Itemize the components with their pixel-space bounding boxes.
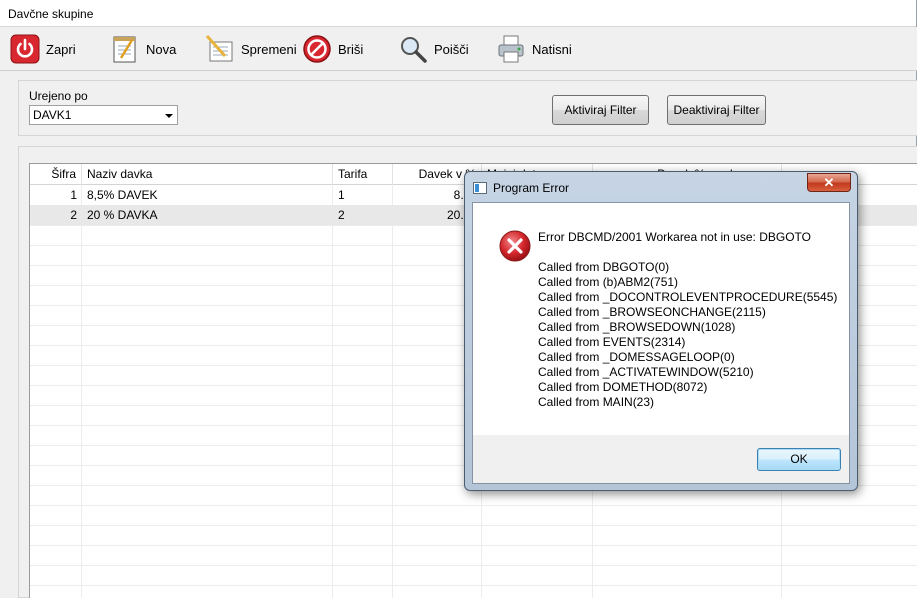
stack-line: Called from MAIN(23) — [538, 395, 655, 409]
power-icon — [10, 34, 40, 64]
cell-tarifa: 1 — [338, 188, 345, 202]
stack-line: Called from DOMETHOD(8072) — [538, 380, 708, 394]
edit-label: Spremeni — [241, 41, 297, 57]
delete-button[interactable]: Briši — [302, 31, 363, 67]
column-header-sifra[interactable]: Šifra — [30, 164, 82, 185]
magnifier-icon — [401, 37, 427, 63]
chevron-down-icon — [165, 114, 173, 118]
print-label: Natisni — [532, 41, 572, 57]
dialog-message-area: Error DBCMD/2001 Workarea not in use: DB… — [473, 203, 849, 435]
window-title: Davčne skupine — [0, 0, 916, 27]
search-label: Poišči — [434, 41, 469, 57]
cell-sifra: 1 — [70, 188, 77, 202]
error-dialog: Program Error ✕ Error DBCMD/2001 Workare… — [464, 171, 858, 491]
stack-line: Called from _BROWSEONCHANGE(2115) — [538, 305, 766, 319]
sort-value: DAVK1 — [33, 108, 72, 122]
cell-tarifa: 2 — [338, 208, 345, 222]
no-entry-icon — [303, 35, 331, 63]
column-header-tarifa[interactable]: Tarifa — [333, 164, 393, 185]
dialog-close-button[interactable]: ✕ — [807, 173, 851, 192]
pencil-icon — [205, 34, 233, 62]
sort-dropdown[interactable]: DAVK1 — [29, 105, 178, 125]
dialog-body: Error DBCMD/2001 Workarea not in use: DB… — [472, 202, 850, 484]
toolbar: Zapri Nova Spremeni Briši Poišči Natisni — [0, 27, 917, 71]
printer-icon — [498, 35, 524, 63]
error-line: Error DBCMD/2001 Workarea not in use: DB… — [538, 230, 811, 244]
column-header-naziv[interactable]: Naziv davka — [82, 164, 333, 185]
new-button[interactable]: Nova — [110, 31, 176, 67]
search-button[interactable]: Poišči — [398, 31, 469, 67]
filter-panel: Urejeno po DAVK1 Aktiviraj Filter Deakti… — [18, 80, 917, 136]
stack-line: Called from _DOCONTROLEVENTPROCEDURE(554… — [538, 290, 838, 304]
deactivate-filter-button[interactable]: Deaktiviraj Filter — [667, 95, 766, 125]
stack-line: Called from DBGOTO(0) — [538, 260, 670, 274]
new-label: Nova — [146, 41, 177, 57]
stack-line: Called from EVENTS(2314) — [538, 335, 686, 349]
cell-naziv: 20 % DAVKA — [87, 208, 158, 222]
notepad-icon — [113, 36, 136, 63]
stack-line: Called from _ACTIVATEWINDOW(5210) — [538, 365, 754, 379]
delete-label: Briši — [338, 41, 364, 57]
stack-line: Called from _DOMESSAGELOOP(0) — [538, 350, 735, 364]
error-message: Error DBCMD/2001 Workarea not in use: DB… — [538, 230, 837, 410]
cell-naziv: 8,5% DAVEK — [87, 188, 158, 202]
cell-sifra: 2 — [70, 208, 77, 222]
close-label: Zapri — [46, 41, 76, 57]
edit-button[interactable]: Spremeni — [205, 31, 297, 67]
close-icon: ✕ — [823, 175, 835, 190]
stack-line: Called from (b)ABM2(751) — [538, 275, 679, 289]
stack-line: Called from _BROWSEDOWN(1028) — [538, 320, 736, 334]
print-button[interactable]: Natisni — [496, 31, 572, 67]
ok-button[interactable]: OK — [757, 448, 841, 471]
dialog-title: Program Error — [493, 181, 570, 195]
dialog-title-bar: Program Error — [473, 179, 773, 197]
app-window-icon — [473, 182, 487, 194]
close-button[interactable]: Zapri — [10, 31, 76, 67]
error-icon — [499, 230, 531, 262]
activate-filter-button[interactable]: Aktiviraj Filter — [552, 95, 649, 125]
sort-label: Urejeno po — [29, 89, 88, 103]
